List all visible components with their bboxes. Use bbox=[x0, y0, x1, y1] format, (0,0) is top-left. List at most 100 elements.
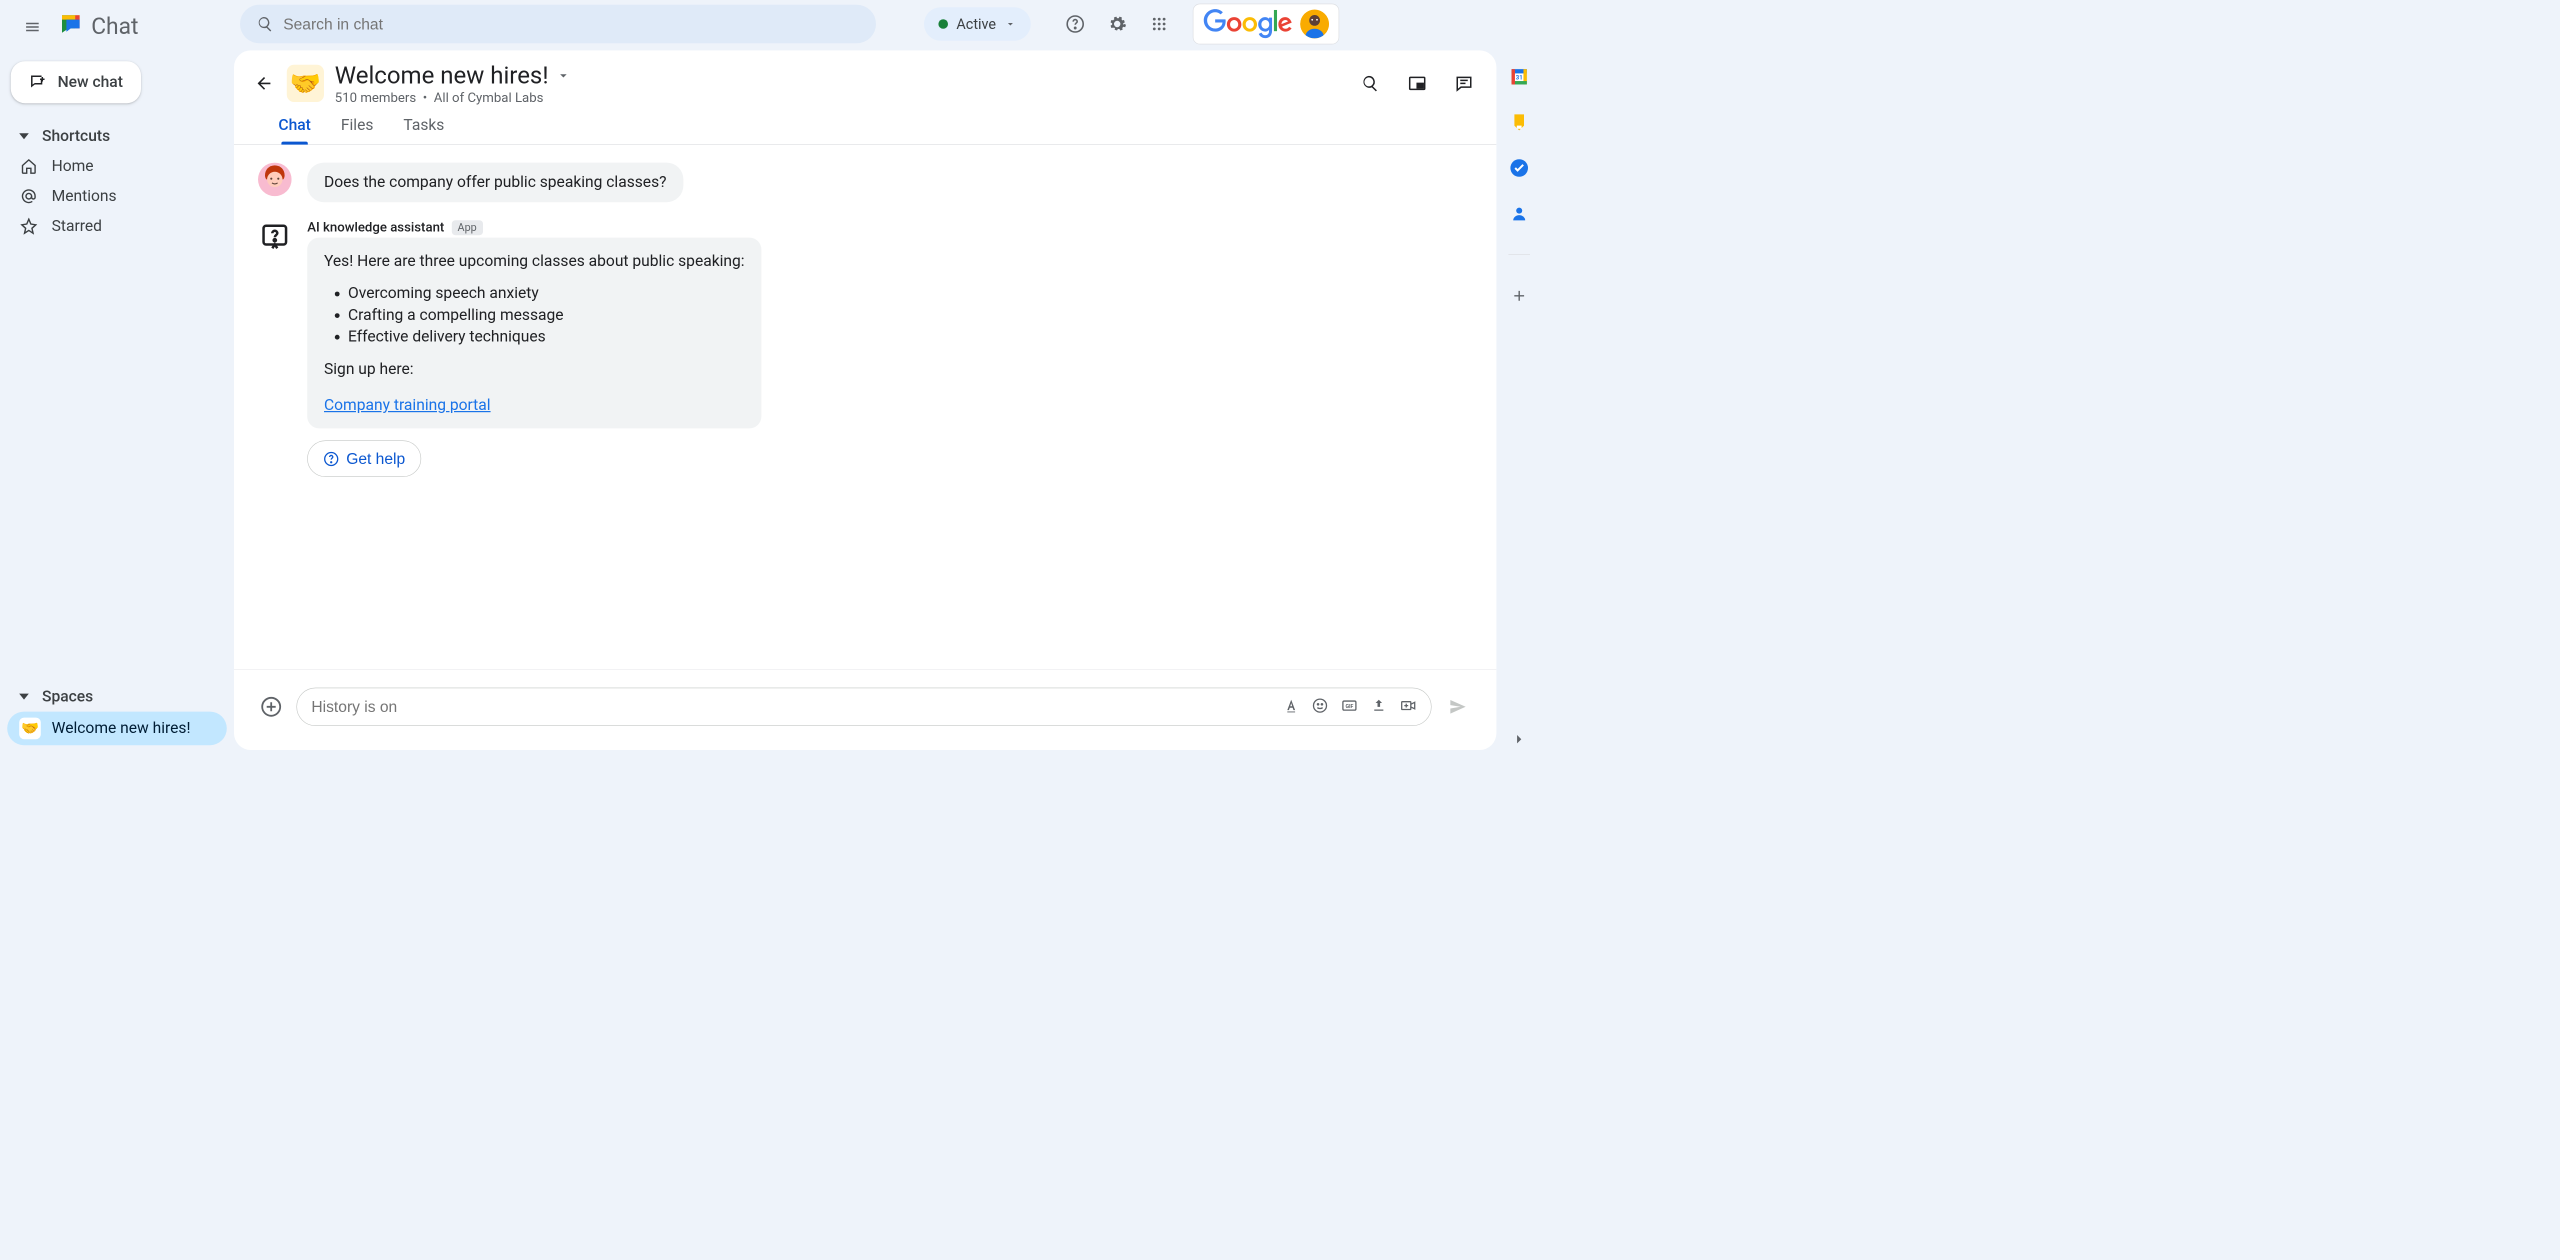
star-icon bbox=[20, 218, 37, 235]
arrow-left-icon bbox=[254, 74, 273, 93]
main-content: Active bbox=[234, 0, 1502, 756]
spaces-section-header[interactable]: Spaces bbox=[7, 682, 227, 712]
collapse-panel-button[interactable] bbox=[1508, 734, 1530, 756]
message-row: Does the company offer public speaking c… bbox=[258, 163, 1472, 203]
chevron-right-icon bbox=[1511, 731, 1528, 748]
training-portal-link[interactable]: Company training portal bbox=[324, 396, 491, 414]
space-content-card: 🤝 Welcome new hires! 510 members • All o… bbox=[234, 50, 1496, 750]
sidebar-space-welcome-new-hires[interactable]: 🤝 Welcome new hires! bbox=[7, 712, 227, 746]
upload-button[interactable] bbox=[1371, 698, 1387, 716]
space-title-button[interactable]: Welcome new hires! bbox=[335, 61, 572, 89]
assistant-message-bubble: Yes! Here are three upcoming classes abo… bbox=[307, 238, 761, 429]
thread-icon bbox=[1455, 74, 1473, 92]
gif-button[interactable]: GIF bbox=[1341, 698, 1358, 716]
tasks-icon bbox=[1510, 158, 1529, 177]
format-icon bbox=[1283, 698, 1299, 714]
app-name: Chat bbox=[91, 14, 138, 40]
sidebar-item-label: Starred bbox=[52, 217, 102, 235]
get-addons-button[interactable] bbox=[1508, 285, 1530, 307]
list-item: Crafting a compelling message bbox=[348, 306, 745, 324]
chevron-down-icon bbox=[1004, 18, 1016, 30]
space-search-button[interactable] bbox=[1356, 69, 1385, 98]
caret-down-icon bbox=[19, 133, 29, 139]
apps-button[interactable] bbox=[1145, 10, 1174, 39]
user-avatar[interactable] bbox=[1300, 10, 1329, 39]
shortcuts-section-header[interactable]: Shortcuts bbox=[7, 121, 227, 151]
app-badge: App bbox=[452, 220, 483, 235]
calendar-icon: 31 bbox=[1509, 67, 1529, 87]
svg-text:31: 31 bbox=[1516, 74, 1523, 81]
space-subtitle: 510 members • All of Cymbal Labs bbox=[335, 91, 572, 106]
back-button[interactable] bbox=[252, 71, 276, 95]
list-item: Overcoming speech anxiety bbox=[348, 284, 745, 302]
google-account-chip[interactable] bbox=[1193, 4, 1339, 45]
space-header: 🤝 Welcome new hires! 510 members • All o… bbox=[234, 50, 1496, 105]
compose-input-box[interactable]: GIF bbox=[296, 688, 1431, 726]
sidebar-item-label: Mentions bbox=[52, 187, 117, 205]
emoji-button[interactable] bbox=[1312, 698, 1328, 716]
list-item: Effective delivery techniques bbox=[348, 328, 745, 346]
send-button[interactable] bbox=[1444, 692, 1473, 721]
sidebar-item-starred[interactable]: Starred bbox=[7, 211, 227, 241]
get-help-button[interactable]: Get help bbox=[307, 440, 421, 477]
pip-button[interactable] bbox=[1403, 69, 1432, 98]
tab-files[interactable]: Files bbox=[341, 116, 374, 144]
plus-circle-icon bbox=[260, 696, 282, 718]
tab-tasks[interactable]: Tasks bbox=[403, 116, 444, 144]
create-meet-button[interactable] bbox=[1400, 698, 1417, 716]
shortcuts-label: Shortcuts bbox=[42, 127, 110, 145]
caret-down-icon bbox=[19, 694, 29, 700]
compose-add-button[interactable] bbox=[258, 694, 284, 720]
status-selector[interactable]: Active bbox=[924, 7, 1031, 41]
keep-app-button[interactable] bbox=[1508, 112, 1530, 134]
sidebar-item-mentions[interactable]: Mentions bbox=[7, 181, 227, 211]
space-avatar: 🤝 bbox=[287, 65, 324, 102]
keep-icon bbox=[1510, 113, 1529, 132]
at-icon bbox=[20, 188, 37, 205]
calendar-app-button[interactable]: 31 bbox=[1508, 66, 1530, 88]
thread-panel-button[interactable] bbox=[1450, 69, 1479, 98]
gif-icon: GIF bbox=[1341, 698, 1358, 714]
picture-in-picture-icon bbox=[1408, 74, 1426, 92]
spaces-label: Spaces bbox=[42, 688, 93, 706]
compose-input[interactable] bbox=[311, 698, 1283, 717]
upload-icon bbox=[1371, 698, 1387, 714]
settings-button[interactable] bbox=[1103, 10, 1132, 39]
chat-logo: Chat bbox=[58, 11, 139, 43]
search-icon bbox=[1361, 74, 1379, 92]
assistant-app-icon bbox=[260, 222, 290, 252]
compose-bar: GIF bbox=[234, 669, 1496, 750]
sidebar-item-home[interactable]: Home bbox=[7, 151, 227, 181]
space-tabs: Chat Files Tasks bbox=[234, 106, 1496, 145]
google-logo-icon bbox=[1203, 9, 1293, 39]
search-field[interactable] bbox=[240, 5, 876, 43]
side-panel-rail: 31 bbox=[1502, 0, 1536, 756]
sidebar-item-label: Home bbox=[52, 157, 94, 175]
sidebar: Chat New chat Shortcuts Home Mentions St… bbox=[0, 0, 234, 756]
person-icon bbox=[1510, 205, 1528, 223]
help-button[interactable] bbox=[1061, 10, 1090, 39]
status-label: Active bbox=[956, 16, 996, 33]
sidebar-item-label: Welcome new hires! bbox=[52, 719, 191, 737]
message-list: Does the company offer public speaking c… bbox=[234, 145, 1496, 669]
gear-icon bbox=[1108, 14, 1127, 33]
format-button[interactable] bbox=[1283, 698, 1299, 716]
space-title: Welcome new hires! bbox=[335, 61, 549, 89]
tab-chat[interactable]: Chat bbox=[278, 116, 310, 144]
new-chat-button[interactable]: New chat bbox=[11, 61, 141, 103]
handshake-icon: 🤝 bbox=[290, 69, 321, 98]
rail-divider bbox=[1508, 254, 1530, 255]
plus-icon bbox=[1511, 287, 1528, 304]
search-icon bbox=[257, 16, 274, 33]
search-input[interactable] bbox=[283, 15, 859, 34]
apps-grid-icon bbox=[1151, 16, 1168, 33]
handshake-icon: 🤝 bbox=[19, 718, 41, 740]
tasks-app-button[interactable] bbox=[1508, 157, 1530, 179]
user-message-avatar bbox=[258, 163, 292, 197]
main-menu-button[interactable] bbox=[18, 13, 47, 42]
contacts-app-button[interactable] bbox=[1508, 203, 1530, 225]
new-chat-label: New chat bbox=[58, 73, 123, 91]
menu-icon bbox=[24, 19, 41, 36]
video-add-icon bbox=[1400, 698, 1417, 714]
status-dot-icon bbox=[938, 19, 948, 29]
